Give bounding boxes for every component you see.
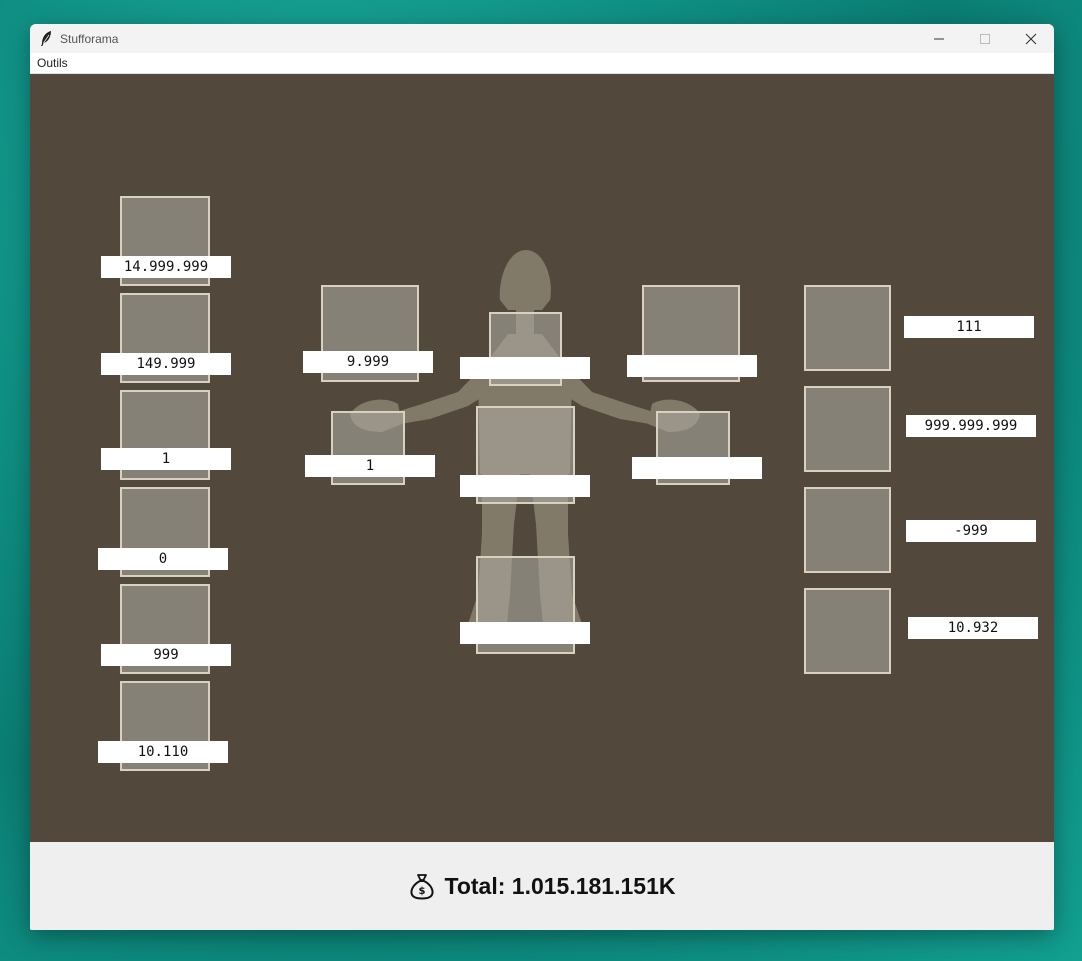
money-bag-icon: $ [409,874,434,900]
equipment-canvas: 14.999.999 149.999 1 0 999 10.110 9.999 … [30,74,1054,842]
slot-right-4[interactable] [804,588,891,674]
title-bar: Stufforama [30,24,1054,53]
value-left-5[interactable]: 999 [101,644,231,666]
footer-bar: $ Total: 1.015.181.151K [30,842,1054,930]
value-chest[interactable] [460,475,590,497]
value-hand-left[interactable]: 1 [305,455,435,477]
value-left-2[interactable]: 149.999 [101,353,231,375]
app-window: Stufforama Outils 14.999.999 149.999 1 0… [30,24,1054,930]
feather-icon [41,31,51,46]
value-right-1[interactable]: 111 [904,316,1034,338]
value-hand-right[interactable] [632,457,762,479]
slot-right-1[interactable] [804,285,891,371]
value-head[interactable] [460,357,590,379]
value-left-1[interactable]: 14.999.999 [101,256,231,278]
maximize-icon [980,33,990,44]
value-left-4[interactable]: 0 [98,548,228,570]
value-right-3[interactable]: -999 [906,520,1036,542]
svg-text:$: $ [418,886,425,897]
total-label: Total: 1.015.181.151K [444,872,676,899]
value-left-3[interactable]: 1 [101,448,231,470]
value-left-6[interactable]: 10.110 [98,741,228,763]
window-title: Stufforama [60,32,119,46]
value-head-left[interactable]: 9.999 [303,351,433,373]
value-head-right[interactable] [627,355,757,377]
value-right-4[interactable]: 10.932 [908,617,1038,639]
minimize-icon [934,38,944,39]
slot-right-2[interactable] [804,386,891,472]
slot-right-3[interactable] [804,487,891,573]
value-right-2[interactable]: 999.999.999 [906,415,1036,437]
value-legs[interactable] [460,622,590,644]
close-icon [1025,33,1037,44]
close-button[interactable] [1008,24,1054,53]
minimize-button[interactable] [916,24,962,53]
menu-bar: Outils [30,53,1054,74]
maximize-button[interactable] [962,24,1008,53]
menu-outils[interactable]: Outils [37,56,68,70]
